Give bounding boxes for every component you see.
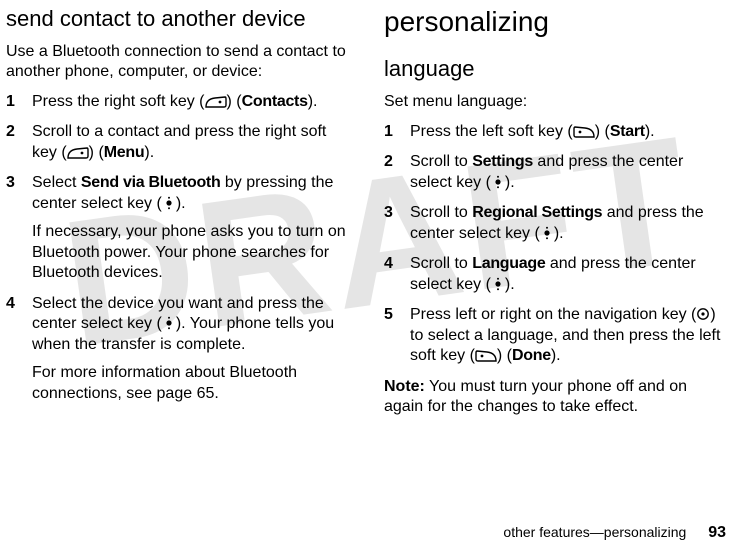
note: Note: You must turn your phone off and o… <box>384 377 726 418</box>
left-intro: Use a Bluetooth connection to send a con… <box>6 42 348 82</box>
navigation-key-icon <box>696 307 710 321</box>
left-step-3-sub: If necessary, your phone asks you to tur… <box>32 222 348 283</box>
settings-label: Settings <box>472 153 533 170</box>
right-step-1: Press the left soft key ( ) (Start). <box>384 122 726 142</box>
contacts-label: Contacts <box>242 93 308 110</box>
center-select-key-icon <box>491 175 505 189</box>
language-heading: language <box>384 56 726 82</box>
text: ). <box>308 93 318 110</box>
center-select-key-icon <box>540 226 554 240</box>
language-label: Language <box>472 255 545 272</box>
two-column-layout: send contact to another device Use a Blu… <box>6 6 726 418</box>
right-step-3: Scroll to Regional Settings and press th… <box>384 203 726 244</box>
text: ). <box>554 225 564 242</box>
done-label: Done <box>512 347 551 364</box>
text: ) ( <box>595 123 610 140</box>
start-label: Start <box>610 123 645 140</box>
send-via-bluetooth-label: Send via Bluetooth <box>81 174 221 191</box>
center-select-key-icon <box>162 196 176 210</box>
personalizing-heading: personalizing <box>384 6 726 38</box>
page-number: 93 <box>708 524 726 541</box>
right-step-2: Scroll to Settings and press the center … <box>384 152 726 193</box>
right-soft-key-icon <box>205 96 227 108</box>
right-intro: Set menu language: <box>384 92 726 112</box>
right-step-4: Scroll to Language and press the center … <box>384 254 726 295</box>
regional-settings-label: Regional Settings <box>472 204 602 221</box>
page-footer: other features—personalizing 93 <box>503 524 726 542</box>
center-select-key-icon <box>491 277 505 291</box>
text: ). <box>144 144 154 161</box>
center-select-key-icon <box>162 316 176 330</box>
note-label: Note: <box>384 378 425 395</box>
left-soft-key-icon <box>475 350 497 362</box>
note-body: You must turn your phone off and on agai… <box>384 378 687 415</box>
text: ). <box>505 174 515 191</box>
text: ). <box>551 347 561 364</box>
text: Press left or right on the navigation ke… <box>410 306 696 323</box>
manual-page: DRAFT send contact to another device Use… <box>0 0 756 550</box>
left-column: send contact to another device Use a Blu… <box>6 6 348 418</box>
left-step-2: Scroll to a contact and press the right … <box>6 122 348 163</box>
text: Scroll to <box>410 204 472 221</box>
left-step-4: Select the device you want and press the… <box>6 294 348 404</box>
text: ). <box>645 123 655 140</box>
footer-text: other features—personalizing <box>503 524 686 540</box>
text: ) ( <box>497 347 512 364</box>
text: Scroll to <box>410 255 472 272</box>
text: Press the right soft key ( <box>32 93 205 110</box>
text: Scroll to <box>410 153 472 170</box>
left-step-3: Select Send via Bluetooth by pressing th… <box>6 173 348 283</box>
text: ) ( <box>89 144 104 161</box>
text: ) ( <box>227 93 242 110</box>
right-step-5: Press left or right on the navigation ke… <box>384 305 726 366</box>
menu-label: Menu <box>104 144 145 161</box>
left-heading: send contact to another device <box>6 6 348 32</box>
right-soft-key-icon <box>67 147 89 159</box>
right-steps: Press the left soft key () (Start). Scro… <box>384 122 726 367</box>
text: ). <box>505 276 515 293</box>
left-step-4-sub: For more information about Bluetooth con… <box>32 363 348 404</box>
text: ). <box>176 195 186 212</box>
text: Press the left soft key ( <box>410 123 573 140</box>
left-step-1: Press the right soft key ( ) (Contacts). <box>6 92 348 112</box>
left-steps: Press the right soft key () (Contacts). … <box>6 92 348 404</box>
text: Select <box>32 174 81 191</box>
right-column: personalizing language Set menu language… <box>384 6 726 418</box>
left-soft-key-icon <box>573 126 595 138</box>
